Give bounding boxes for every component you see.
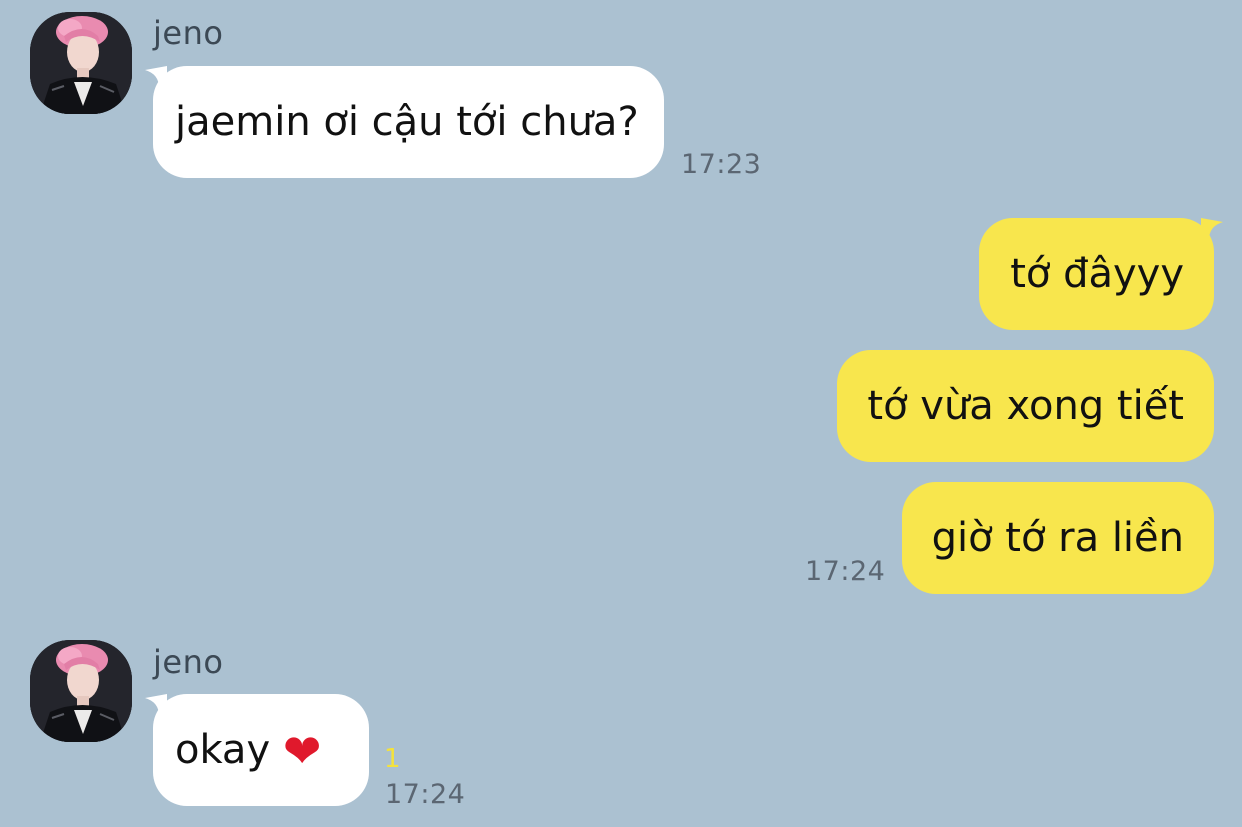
avatar-jeno[interactable]	[30, 640, 132, 742]
message-timestamp: 17:24	[385, 779, 466, 810]
message-bubble-incoming[interactable]: jaemin ơi cậu tới chưa?	[153, 66, 664, 178]
heart-icon: ❤	[282, 724, 322, 778]
sender-name: jeno	[153, 14, 224, 52]
chat-room: jeno jaemin ơi cậu tới chưa? 17:23 tớ đâ…	[0, 0, 1242, 827]
message-timestamp: 17:24	[805, 556, 886, 587]
message-text: okay	[175, 727, 271, 773]
profile-photo-icon	[30, 12, 132, 114]
avatar-jeno[interactable]	[30, 12, 132, 114]
profile-photo-icon	[30, 640, 132, 742]
message-timestamp: 17:23	[681, 149, 762, 180]
message-bubble-outgoing[interactable]: tớ vừa xong tiết	[837, 350, 1214, 462]
message-bubble-outgoing[interactable]: giờ tớ ra liền	[902, 482, 1214, 594]
message-bubble-outgoing[interactable]: tớ đâyyy	[979, 218, 1214, 330]
message-bubble-incoming[interactable]: okay ❤	[153, 694, 369, 806]
unread-count: 1	[384, 744, 401, 774]
sender-name: jeno	[153, 643, 224, 681]
